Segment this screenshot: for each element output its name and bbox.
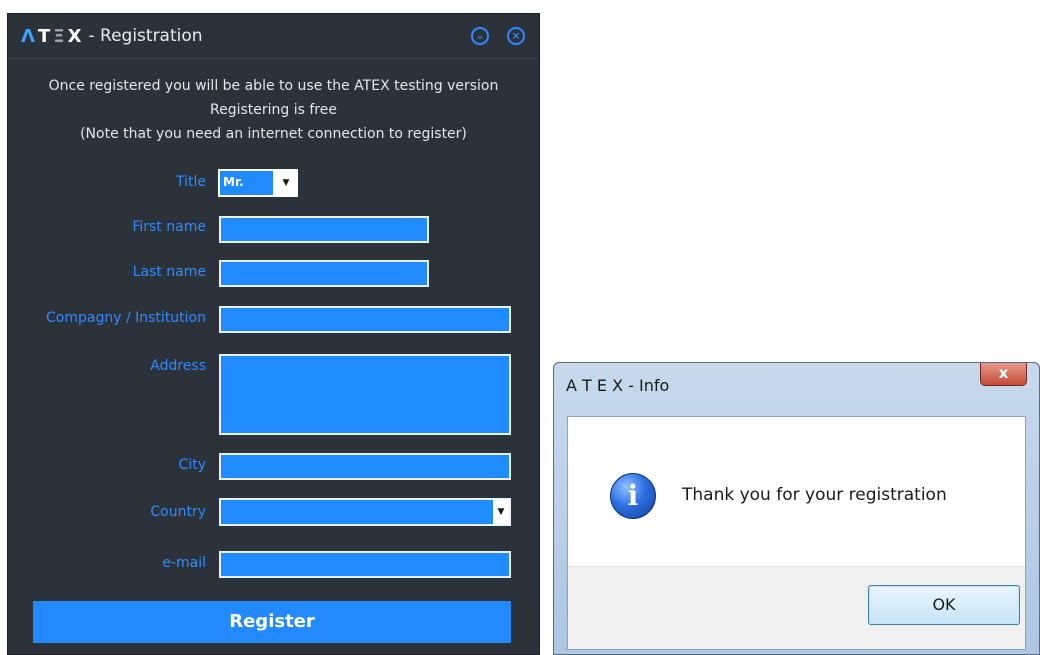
country-select[interactable]: ▼ <box>219 498 511 526</box>
chevron-down-icon: ▼ <box>282 178 290 188</box>
brand-letter-x: X <box>67 25 83 47</box>
information-icon: i <box>610 473 656 519</box>
brand-letter-a: Λ <box>21 25 36 47</box>
title-select-value: Mr. <box>220 171 273 195</box>
chevron-down-icon: ▼ <box>493 500 509 524</box>
info-dialog-title: A T E X - Info <box>566 376 670 395</box>
first-name-label: First name <box>132 219 206 235</box>
title-bar: ΛTΞX - Registration ⌄ × <box>8 14 539 59</box>
info-message: Thank you for your registration <box>682 485 947 505</box>
email-input[interactable] <box>219 551 511 578</box>
last-name-input[interactable] <box>219 260 429 287</box>
company-label: Compagny / Institution <box>46 310 206 326</box>
intro-line-3: (Note that you need an internet connecti… <box>80 126 467 142</box>
info-dialog-body: i Thank you for your registration OK <box>567 416 1026 650</box>
info-dialog: A T E X - Info x i Thank you for your re… <box>553 362 1040 655</box>
intro-line-1: Once registered you will be able to use … <box>48 78 499 94</box>
registration-window: ΛTΞX - Registration ⌄ × Once registered … <box>7 13 540 655</box>
register-button[interactable]: Register <box>33 601 511 643</box>
city-label: City <box>178 457 206 473</box>
first-name-input[interactable] <box>219 216 429 243</box>
address-label: Address <box>150 358 206 374</box>
title-label: Title <box>175 174 206 190</box>
close-button[interactable]: x <box>980 363 1027 386</box>
info-dialog-footer: OK <box>568 566 1025 649</box>
city-input[interactable] <box>219 453 511 480</box>
window-title: - Registration <box>88 26 203 46</box>
email-label: e-mail <box>162 555 206 571</box>
country-label: Country <box>150 504 206 520</box>
close-circle-icon[interactable]: × <box>507 27 525 45</box>
brand-letter-t: T <box>37 25 52 47</box>
address-textarea[interactable] <box>219 354 511 435</box>
intro-line-2: Registering is free <box>210 102 337 118</box>
brand-letter-e: Ξ <box>53 25 66 47</box>
chevron-down-circle-icon[interactable]: ⌄ <box>471 27 489 45</box>
ok-button[interactable]: OK <box>868 585 1020 625</box>
intro-text: Once registered you will be able to use … <box>8 74 539 146</box>
title-select[interactable]: Mr. ▼ <box>218 169 298 197</box>
brand-logo: ΛTΞX - Registration <box>21 24 203 48</box>
last-name-label: Last name <box>132 264 206 280</box>
company-input[interactable] <box>219 306 511 333</box>
